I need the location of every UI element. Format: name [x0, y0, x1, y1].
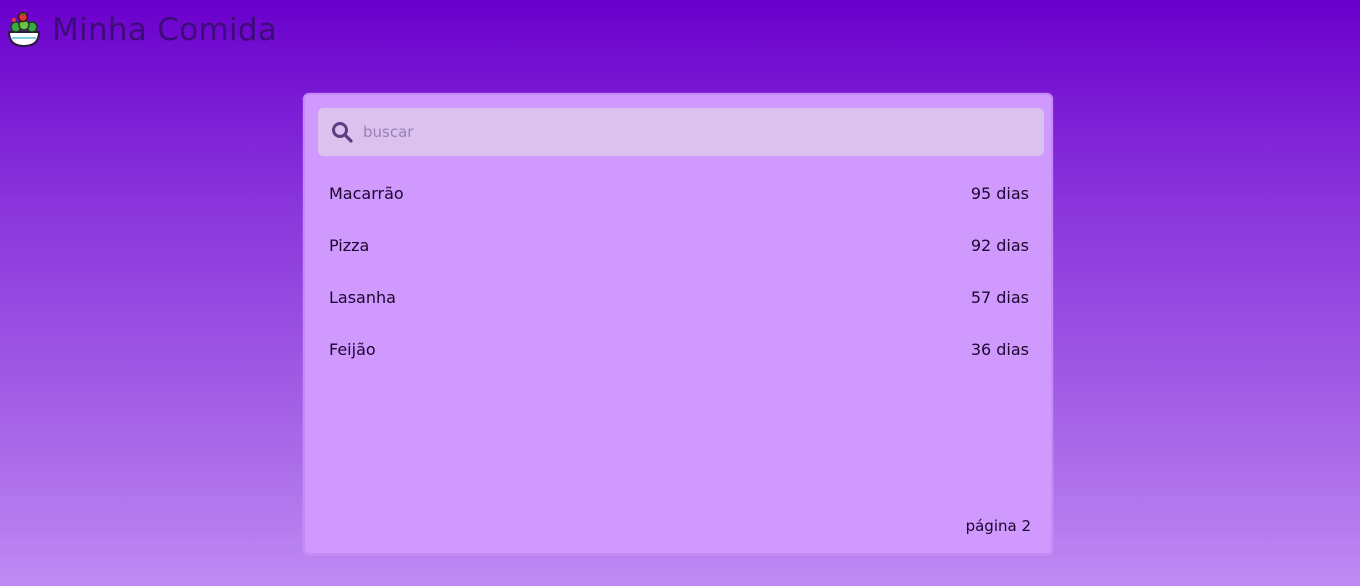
list-item[interactable]: Pizza 92 dias: [329, 219, 1029, 271]
food-name: Macarrão: [329, 183, 404, 203]
list-item[interactable]: Macarrão 95 dias: [329, 167, 1029, 219]
app-title: Minha Comida: [52, 12, 278, 48]
days-count: 36 dias: [970, 339, 1029, 359]
search-input[interactable]: [363, 108, 1044, 156]
days-count: 57 dias: [970, 287, 1029, 307]
days-count: 92 dias: [970, 235, 1029, 255]
search-bar[interactable]: [318, 108, 1044, 156]
list-item[interactable]: Lasanha 57 dias: [329, 271, 1029, 323]
salad-bowl-icon: [7, 11, 41, 48]
food-name: Feijão: [329, 339, 376, 359]
food-list: Macarrão 95 dias Pizza 92 dias Lasanha 5…: [329, 167, 1029, 375]
search-icon: [332, 122, 353, 143]
page-indicator[interactable]: página 2: [966, 517, 1031, 535]
food-name: Lasanha: [329, 287, 396, 307]
days-count: 95 dias: [970, 183, 1029, 203]
food-list-card: Macarrão 95 dias Pizza 92 dias Lasanha 5…: [303, 93, 1053, 555]
food-name: Pizza: [329, 235, 370, 255]
app-header: Minha Comida: [6, 4, 277, 56]
list-item[interactable]: Feijão 36 dias: [329, 323, 1029, 375]
